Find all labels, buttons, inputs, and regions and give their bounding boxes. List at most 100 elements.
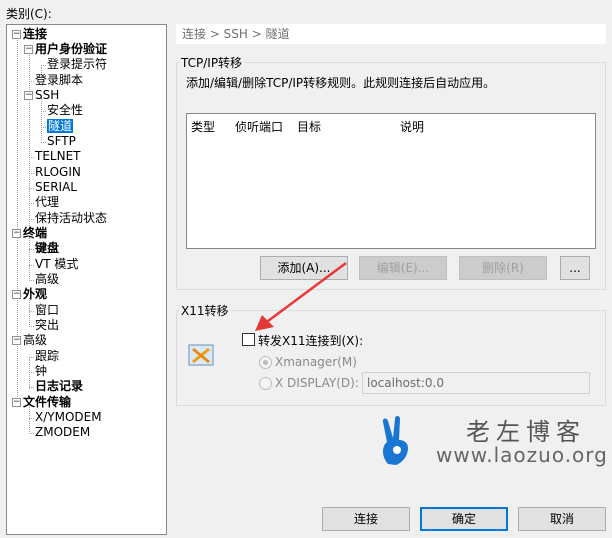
tree-item[interactable]: 突出: [35, 318, 59, 333]
victory-hand-logo-icon: [382, 416, 408, 465]
tree-item-label: VT 模式: [35, 257, 79, 271]
tree-collapse-icon[interactable]: −: [12, 290, 21, 299]
tree-line: [29, 203, 34, 204]
tree-line: [29, 359, 30, 389]
tree-line: [29, 237, 30, 279]
tree-item-label: 高级: [35, 272, 60, 286]
tree-item-label: 日志记录: [35, 379, 84, 393]
tree-collapse-icon[interactable]: −: [12, 336, 21, 345]
column-header-description[interactable]: 说明: [400, 118, 424, 135]
tree-item[interactable]: 安全性: [47, 103, 83, 118]
tree-line: [29, 173, 34, 174]
tree-item-label: 文件传输: [23, 395, 72, 409]
tree-line: [29, 372, 34, 373]
tree-collapse-icon[interactable]: −: [12, 30, 21, 39]
column-header-listen-port[interactable]: 侦听端口: [235, 118, 283, 135]
tree-line: [29, 265, 34, 266]
connect-button[interactable]: 连接: [322, 507, 410, 531]
display-input[interactable]: localhost:0.0: [362, 372, 590, 394]
tree-item[interactable]: 登录提示符: [47, 57, 107, 72]
xmanager-radio[interactable]: [259, 356, 272, 369]
tree-item[interactable]: 连接: [23, 27, 47, 42]
tunnel-rules-list[interactable]: 类型 侦听端口 目标 说明: [186, 113, 596, 249]
column-header-target[interactable]: 目标: [297, 118, 321, 135]
xmanager-label[interactable]: Xmanager(M): [275, 355, 357, 369]
tree-item-label: 保持活动状态: [35, 211, 108, 225]
tree-item[interactable]: 跟踪: [35, 349, 59, 364]
tree-item[interactable]: 高级: [35, 272, 59, 287]
tree-item[interactable]: 代理: [35, 195, 59, 210]
category-tree[interactable]: − 连接 − 用户身份验证 登录提示符 登录脚本 − SSH 安全性 隧道 SFTP TELNET RL…: [6, 24, 167, 535]
tree-item-label: SERIAL: [35, 180, 77, 194]
tree-item[interactable]: 终端: [23, 226, 47, 241]
tree-item-label: RLOGIN: [35, 165, 81, 179]
tree-item[interactable]: 登录脚本: [35, 73, 83, 88]
tree-item-label: 外观: [23, 287, 48, 301]
delete-rule-button[interactable]: 删除(R): [459, 256, 547, 280]
tree-collapse-icon[interactable]: −: [12, 229, 21, 238]
tree-item-label: 隧道: [47, 119, 74, 133]
tree-item[interactable]: TELNET: [35, 149, 81, 164]
tree-collapse-icon[interactable]: −: [24, 91, 33, 100]
tree-line: [29, 219, 34, 220]
tree-item-label: 跟踪: [35, 349, 60, 363]
tree-line: [29, 157, 34, 158]
tree-line: [29, 326, 34, 327]
tree-item-label: 连接: [23, 27, 48, 41]
tree-item-label: ZMODEM: [35, 425, 91, 439]
cancel-button[interactable]: 取消: [518, 507, 606, 531]
tree-item-label: 突出: [35, 318, 60, 332]
tree-item[interactable]: SSH: [35, 88, 59, 103]
edit-rule-button[interactable]: 编辑(E)...: [359, 256, 447, 280]
tree-item[interactable]: 高级: [23, 333, 47, 348]
breadcrumb: 连接 > SSH > 隧道: [176, 24, 606, 44]
tree-item[interactable]: 文件传输: [23, 395, 71, 410]
tree-line: [29, 387, 34, 388]
tree-item[interactable]: RLOGIN: [35, 165, 81, 180]
tree-line: [29, 433, 34, 434]
tree-item-label: 登录提示符: [47, 57, 108, 71]
watermark-title: 老左博客: [466, 418, 586, 446]
tree-line: [29, 280, 34, 281]
tree-item-label: 窗口: [35, 303, 60, 317]
tree-item-label: 用户身份验证: [35, 42, 108, 56]
tree-item[interactable]: ZMODEM: [35, 425, 90, 440]
tree-line: [29, 249, 34, 250]
more-options-button[interactable]: ...: [560, 256, 590, 280]
tree-item[interactable]: 外观: [23, 287, 47, 302]
tree-item-label: TELNET: [35, 149, 81, 163]
x11-group-title: X11转移: [181, 304, 229, 318]
tree-line: [29, 357, 34, 358]
category-label: 类别(C):: [6, 7, 52, 21]
ok-button[interactable]: 确定: [420, 507, 508, 531]
tree-item[interactable]: 保持活动状态: [35, 211, 107, 226]
tree-line: [29, 418, 34, 419]
tree-collapse-icon[interactable]: −: [12, 398, 21, 407]
annotation-arrow-icon: [255, 261, 347, 331]
column-header-type[interactable]: 类型: [191, 118, 215, 135]
tree-item-label: X/YMODEM: [35, 410, 102, 424]
xdisplay-label[interactable]: X DISPLAY(D):: [275, 376, 359, 390]
tree-line: [41, 142, 46, 143]
tree-line: [41, 98, 42, 140]
tree-item-label: 键盘: [35, 241, 60, 255]
tree-line: [41, 111, 46, 112]
tree-line: [41, 127, 46, 128]
tree-item[interactable]: 隧道: [47, 119, 74, 134]
tree-item[interactable]: 日志记录: [35, 379, 83, 394]
tree-item-label: 代理: [35, 195, 60, 209]
tree-item-label: 登录脚本: [35, 73, 84, 87]
tree-item[interactable]: X/YMODEM: [35, 410, 102, 425]
tree-line: [29, 311, 34, 312]
xdisplay-radio[interactable]: [259, 377, 272, 390]
tree-item[interactable]: SERIAL: [35, 180, 77, 195]
tree-item[interactable]: VT 模式: [35, 257, 78, 272]
x11-logo-icon: [188, 344, 214, 366]
tree-line: [29, 52, 30, 232]
tree-item[interactable]: 窗口: [35, 303, 59, 318]
tree-item[interactable]: 钟: [35, 364, 47, 379]
tree-collapse-icon[interactable]: −: [24, 45, 33, 54]
tree-item[interactable]: SFTP: [47, 134, 76, 149]
tree-item[interactable]: 键盘: [35, 241, 59, 256]
tree-item[interactable]: 用户身份验证: [35, 42, 107, 57]
